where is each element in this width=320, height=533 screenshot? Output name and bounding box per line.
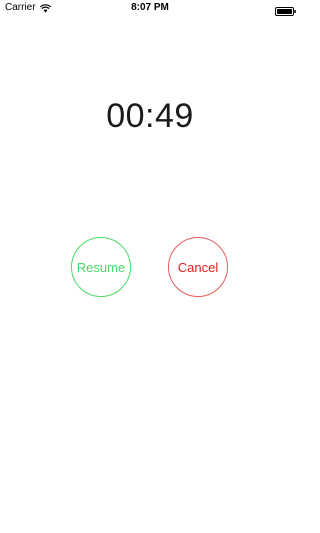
timer-display: 00:49: [106, 97, 194, 135]
status-time: 8:07 PM: [131, 2, 169, 13]
cancel-button[interactable]: Cancel: [168, 237, 228, 297]
status-bar: Carrier 8:07 PM: [0, 0, 300, 16]
resume-button[interactable]: Resume: [71, 237, 131, 297]
battery-icon: [275, 3, 296, 16]
